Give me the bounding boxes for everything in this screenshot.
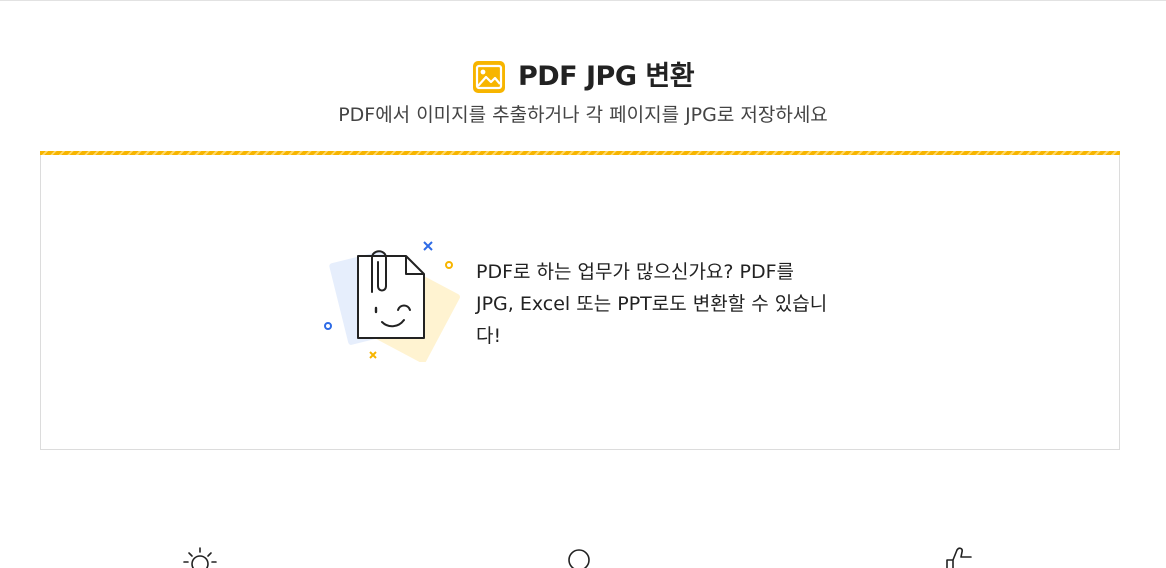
title-row: PDF JPG 변환 xyxy=(472,60,695,94)
page-title: PDF JPG 변환 xyxy=(517,61,695,92)
drop-zone-accent-stripe xyxy=(40,151,1120,155)
page-subtitle: PDF에서 이미지를 추출하거나 각 페이지를 JPG로 저장하세요 xyxy=(338,104,828,126)
image-icon xyxy=(472,61,505,93)
lightbulb-icon xyxy=(183,547,217,568)
page-header: PDF JPG 변환 PDF에서 이미지를 추출하거나 각 페이지를 JPG로 … xyxy=(0,60,1166,128)
circle-icon xyxy=(568,549,590,568)
thumbs-up-icon xyxy=(946,547,972,568)
promo-message: PDF로 하는 업무가 많으신가요? PDF를 JPG, Excel 또는 PP… xyxy=(476,261,828,347)
smiling-document-icon xyxy=(324,241,460,362)
top-divider xyxy=(0,0,1166,1)
